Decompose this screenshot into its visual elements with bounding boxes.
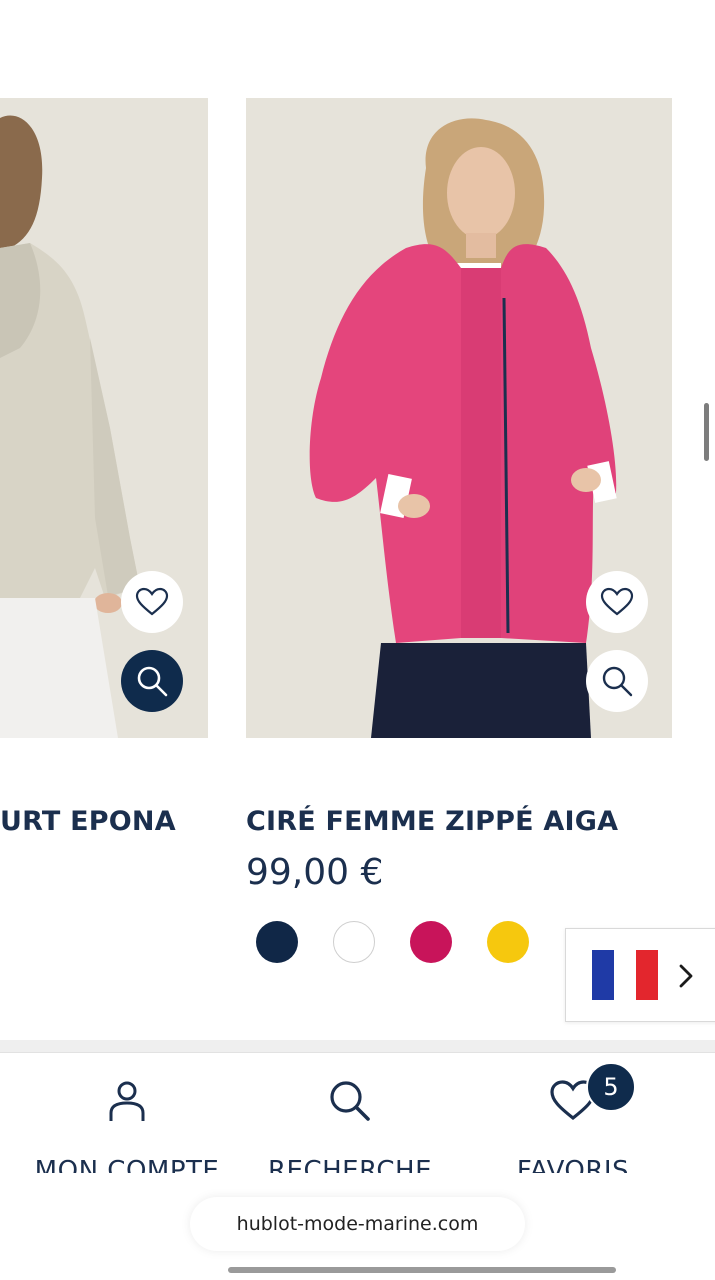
product-price: 99,00 € xyxy=(246,852,384,893)
url-text: hublot-mode-marine.com xyxy=(236,1213,479,1235)
france-flag-icon xyxy=(592,950,658,1000)
chevron-right-icon xyxy=(679,964,693,988)
search-icon xyxy=(602,666,633,697)
scrollbar[interactable] xyxy=(704,403,709,461)
color-swatch-navy[interactable] xyxy=(256,921,298,963)
nav-favorites-label: FAVORIS xyxy=(516,1156,630,1173)
search-icon xyxy=(330,1081,370,1121)
product-photo-right xyxy=(246,98,672,738)
favorites-count-badge: 5 xyxy=(586,1062,636,1112)
color-swatch-yellow[interactable] xyxy=(487,921,529,963)
nav-favorites[interactable]: FAVORIS xyxy=(454,1053,692,1181)
browser-url-bar[interactable]: hublot-mode-marine.com xyxy=(190,1197,525,1251)
quick-view-button-left[interactable] xyxy=(121,650,183,712)
nav-search[interactable]: RECHERCHE xyxy=(231,1053,469,1181)
home-indicator[interactable] xyxy=(228,1267,616,1273)
user-icon xyxy=(109,1081,145,1121)
product-title-right[interactable]: CIRÉ FEMME ZIPPÉ AIGA xyxy=(246,806,618,837)
favorite-button-left[interactable] xyxy=(121,571,183,633)
nav-search-label: RECHERCHE xyxy=(267,1156,433,1173)
nav-account[interactable]: MON COMPTE xyxy=(8,1053,246,1181)
product-title-left[interactable]: URT EPONA xyxy=(0,806,176,837)
section-divider xyxy=(0,1040,715,1052)
favorite-button-right[interactable] xyxy=(586,571,648,633)
product-photo-left xyxy=(0,98,208,738)
color-swatch-white[interactable] xyxy=(333,921,375,963)
nav-account-label: MON COMPTE xyxy=(34,1156,220,1173)
product-image-right[interactable] xyxy=(246,98,672,738)
color-swatch-pink[interactable] xyxy=(410,921,452,963)
search-icon xyxy=(137,666,168,697)
quick-view-button-right[interactable] xyxy=(586,650,648,712)
heart-icon xyxy=(135,587,169,616)
language-selector[interactable] xyxy=(565,928,715,1022)
heart-icon xyxy=(600,587,634,616)
product-image-left[interactable] xyxy=(0,98,208,738)
